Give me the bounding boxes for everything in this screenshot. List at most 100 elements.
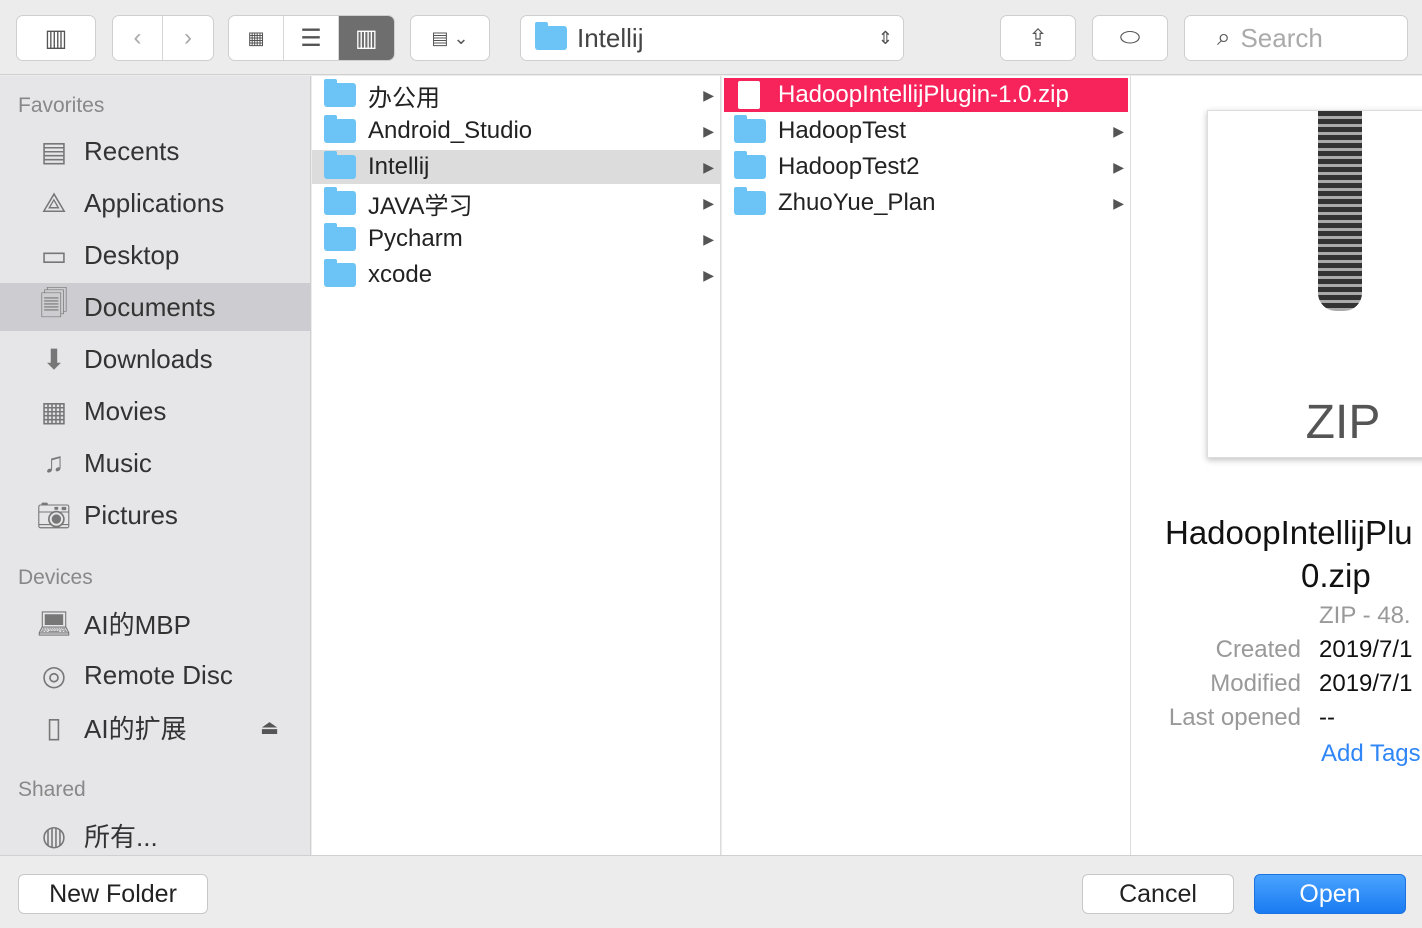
item-label: HadoopIntellijPlugin-1.0.zip	[778, 81, 1069, 108]
zipper-graphic	[1318, 111, 1362, 311]
disc-icon: ◎	[41, 659, 67, 691]
list-item[interactable]: Pycharm ▶	[312, 222, 720, 256]
folder-icon	[734, 187, 766, 215]
disclosure-arrow-icon: ▶	[1113, 194, 1124, 211]
last-opened-label: Last opened	[1168, 704, 1301, 731]
folder-icon	[324, 259, 356, 287]
item-label: HadoopTest	[778, 117, 907, 144]
sidebar-toggle-button[interactable]: ▥	[16, 15, 96, 61]
search-input[interactable]: ⌕ Search	[1184, 15, 1408, 61]
sidebar-item-label: Applications	[84, 187, 225, 218]
movies-icon: ▦	[40, 395, 68, 427]
cancel-button[interactable]: Cancel	[1082, 874, 1234, 914]
list-item[interactable]: JAVA学习 ▶	[312, 186, 720, 220]
folder-icon	[324, 79, 356, 107]
list-item[interactable]: HadoopTest ▶	[722, 114, 1130, 148]
path-popup[interactable]: Intellij ⇕	[520, 15, 904, 61]
disclosure-arrow-icon: ▶	[703, 230, 714, 247]
preview-filename: HadoopIntellijPlu	[1165, 514, 1413, 551]
sidebar-item-remote-disc[interactable]: ◎ Remote Disc	[0, 651, 311, 699]
list-item-selected-file[interactable]: HadoopIntellijPlugin-1.0.zip	[724, 78, 1128, 112]
folder-icon	[324, 151, 356, 179]
modified-value: 2019/7/1	[1319, 670, 1413, 697]
item-label: Intellij	[368, 153, 430, 180]
sidebar-item-label: Remote Disc	[84, 659, 233, 690]
updown-chevron-icon: ⇕	[877, 27, 893, 48]
folder-icon	[535, 22, 567, 50]
sidebar-item-label: AI的扩展	[84, 713, 187, 744]
share-icon: ⇪	[1027, 24, 1049, 52]
list-item[interactable]: HadoopTest2 ▶	[722, 150, 1130, 184]
new-folder-button[interactable]: New Folder	[18, 874, 208, 914]
preview-pane: ZIP HadoopIntellijPlu 0.zip ZIP - 48. Cr…	[1131, 76, 1422, 855]
sidebar-item-applications[interactable]: ⟁ Applications	[0, 179, 311, 227]
eject-icon[interactable]: ⏏	[260, 715, 279, 740]
sidebar-item-label: Pictures	[84, 499, 178, 530]
sidebar-item-downloads[interactable]: ⬇ Downloads	[0, 335, 311, 383]
share-button[interactable]: ⇪	[1000, 15, 1076, 61]
view-mode-control: ▦ ☰ ▥	[228, 15, 395, 61]
sidebar-item-shared-all[interactable]: ◍ 所有...	[0, 811, 311, 859]
forward-button[interactable]: ›	[163, 16, 213, 60]
group-icon: ▤ ⌄	[431, 27, 469, 48]
column-intellij: HadoopIntellijPlugin-1.0.zip HadoopTest ▶…	[722, 76, 1131, 855]
back-button[interactable]: ‹	[113, 16, 164, 60]
list-item[interactable]: Android_Studio ▶	[312, 114, 720, 148]
sidebar-item-label: Movies	[84, 395, 167, 426]
bottom-bar: New Folder Cancel Open	[0, 855, 1422, 928]
documents-icon: 🗐	[40, 288, 68, 319]
network-icon: ◍	[41, 819, 67, 851]
sidebar-item-music[interactable]: ♫ Music	[0, 439, 311, 487]
list-item[interactable]: 办公用 ▶	[312, 78, 720, 112]
folder-icon	[734, 115, 766, 143]
list-item[interactable]: Intellij ▶	[312, 150, 720, 184]
toolbar: ▥ ‹ › ▦ ☰ ▥ ▤ ⌄ Intellij ⇕ ⇪ ⬭ ⌕ Search	[0, 0, 1422, 75]
column-view-button[interactable]: ▥	[338, 16, 394, 60]
column-documents: 办公用 ▶ Android_Studio ▶ Intellij ▶ JAVA学习 ▶ P…	[312, 76, 721, 855]
desktop-icon: ▭	[40, 239, 68, 271]
item-label: JAVA学习	[368, 192, 473, 220]
item-label: Android_Studio	[368, 117, 533, 144]
sidebar-item-label: Documents	[84, 291, 216, 322]
sidebar: Favorites ▤ Recents ⟁ Applications ▭ Deskto…	[0, 76, 311, 855]
folder-icon	[734, 151, 766, 179]
sidebar-item-movies[interactable]: ▦ Movies	[0, 387, 311, 435]
created-label: Created	[1215, 636, 1301, 663]
path-label: Intellij	[577, 22, 644, 53]
sidebar-item-label: Music	[84, 447, 152, 478]
list-item[interactable]: xcode ▶	[312, 258, 720, 292]
disclosure-arrow-icon: ▶	[703, 266, 714, 283]
folder-icon	[324, 115, 356, 143]
tags-button[interactable]: ⬭	[1092, 15, 1168, 61]
add-tags-link[interactable]: Add Tags	[1321, 740, 1421, 768]
sidebar-item-label: Desktop	[84, 239, 180, 270]
sidebar-item-label: 所有...	[84, 821, 158, 852]
favorites-header: Favorites	[18, 94, 105, 117]
sidebar-icon: ▥	[44, 24, 68, 52]
sidebar-item-documents[interactable]: 🗐 Documents	[0, 283, 311, 331]
sidebar-item-pictures[interactable]: 📷︎ Pictures	[0, 491, 311, 539]
sidebar-item-desktop[interactable]: ▭ Desktop	[0, 231, 311, 279]
disclosure-arrow-icon: ▶	[1113, 122, 1124, 139]
sidebar-item-recents[interactable]: ▤ Recents	[0, 127, 311, 175]
open-button[interactable]: Open	[1254, 874, 1406, 914]
item-label: ZhuoYue_Plan	[778, 189, 936, 216]
pictures-icon: 📷︎	[36, 499, 72, 531]
icon-view-button[interactable]: ▦	[229, 16, 285, 60]
list-item[interactable]: ZhuoYue_Plan ▶	[722, 186, 1130, 220]
disclosure-arrow-icon: ▶	[703, 158, 714, 175]
group-button[interactable]: ▤ ⌄	[410, 15, 490, 61]
item-label: HadoopTest2	[778, 153, 920, 180]
sidebar-item-mbp[interactable]: 💻︎ AI的MBP	[0, 599, 311, 647]
search-placeholder: Search	[1240, 22, 1323, 53]
list-view-button[interactable]: ☰	[284, 16, 339, 60]
tag-icon: ⬭	[1119, 24, 1141, 51]
nav-buttons: ‹ ›	[112, 15, 214, 61]
drive-icon: ▯	[46, 711, 62, 743]
sidebar-item-label: Recents	[84, 135, 180, 166]
recents-icon: ▤	[40, 135, 68, 167]
disclosure-arrow-icon: ▶	[1113, 158, 1124, 175]
sidebar-item-label: Downloads	[84, 343, 213, 374]
sidebar-item-drive[interactable]: ▯ AI的扩展 ⏏	[0, 703, 311, 751]
item-label: 办公用	[368, 84, 440, 112]
